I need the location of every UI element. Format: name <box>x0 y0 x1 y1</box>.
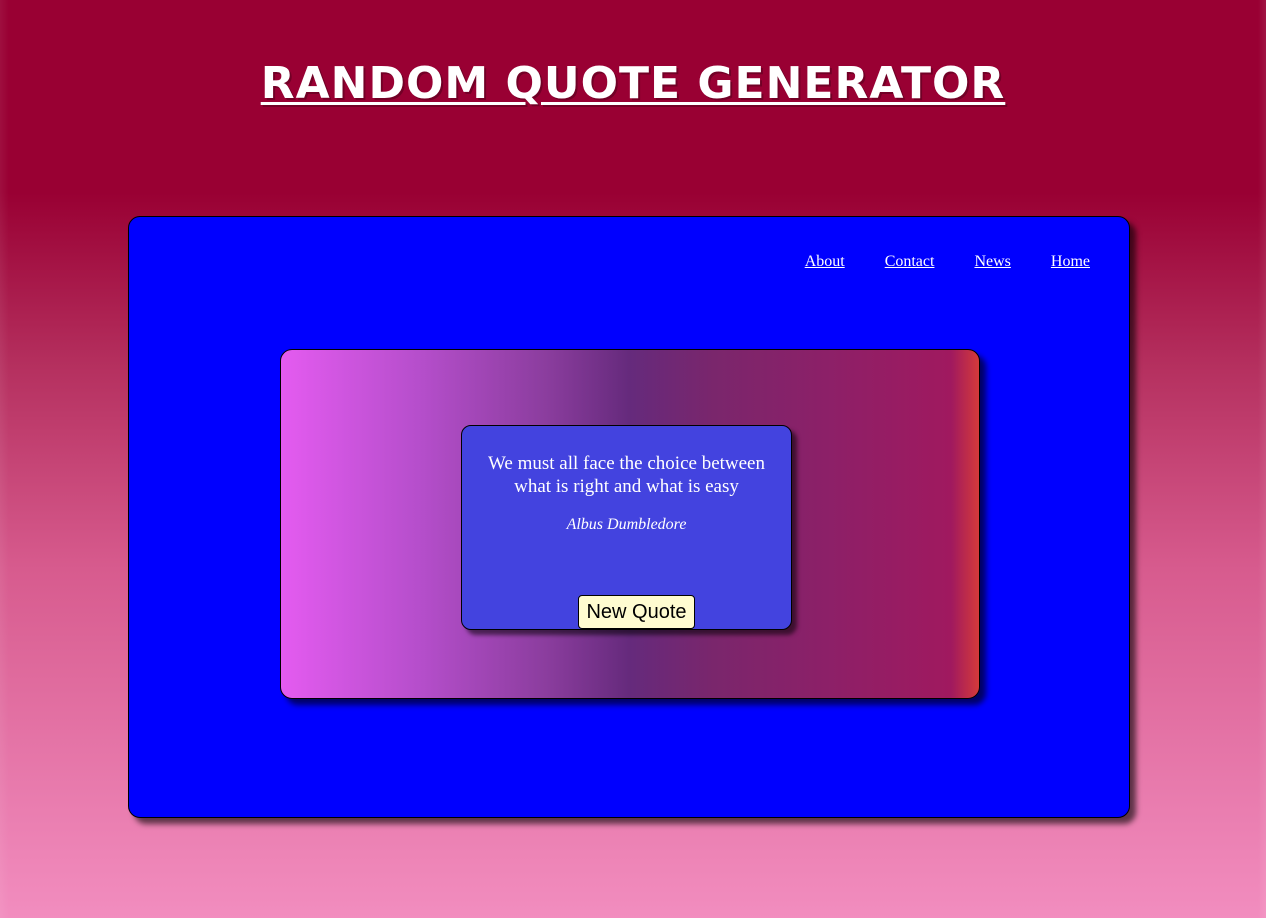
nav-link-news[interactable]: News <box>974 253 1010 271</box>
page-title: Random Quote Generator <box>260 58 1006 109</box>
top-nav: About Contact News Home <box>805 253 1090 271</box>
quote-card: We must all face the choice between what… <box>461 425 792 630</box>
quote-author: Albus Dumbledore <box>566 516 687 533</box>
main-panel: About Contact News Home We must all face… <box>128 216 1130 818</box>
new-quote-button[interactable]: New Quote <box>578 595 695 629</box>
nav-link-home[interactable]: Home <box>1051 253 1090 271</box>
page-edge-right <box>1258 0 1266 918</box>
page-edge-left <box>0 0 9 918</box>
quote-text: We must all face the choice between what… <box>487 453 765 497</box>
quote-container: We must all face the choice between what… <box>280 349 980 699</box>
nav-link-contact[interactable]: Contact <box>885 253 935 271</box>
nav-link-about[interactable]: About <box>805 253 845 271</box>
